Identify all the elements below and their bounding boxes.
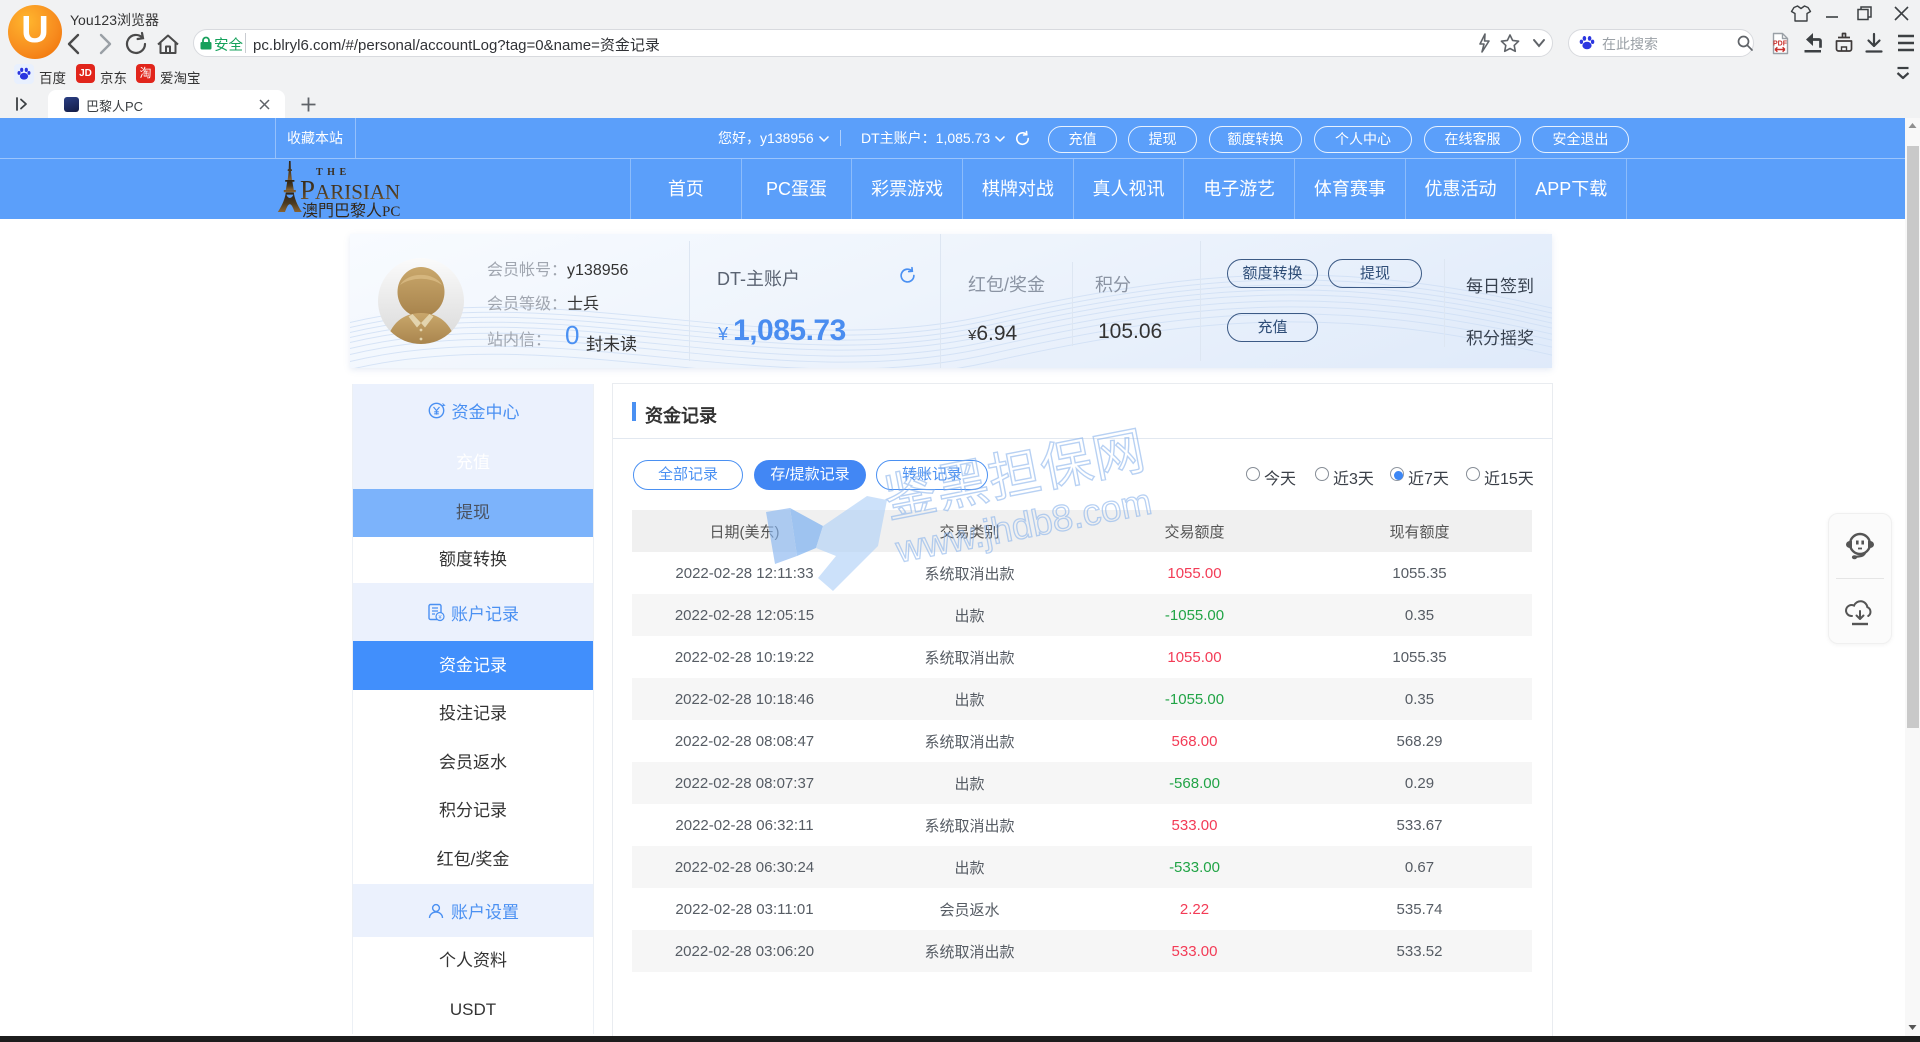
- svg-text:PDF: PDF: [1773, 41, 1788, 48]
- svg-text:THE: THE: [316, 167, 351, 178]
